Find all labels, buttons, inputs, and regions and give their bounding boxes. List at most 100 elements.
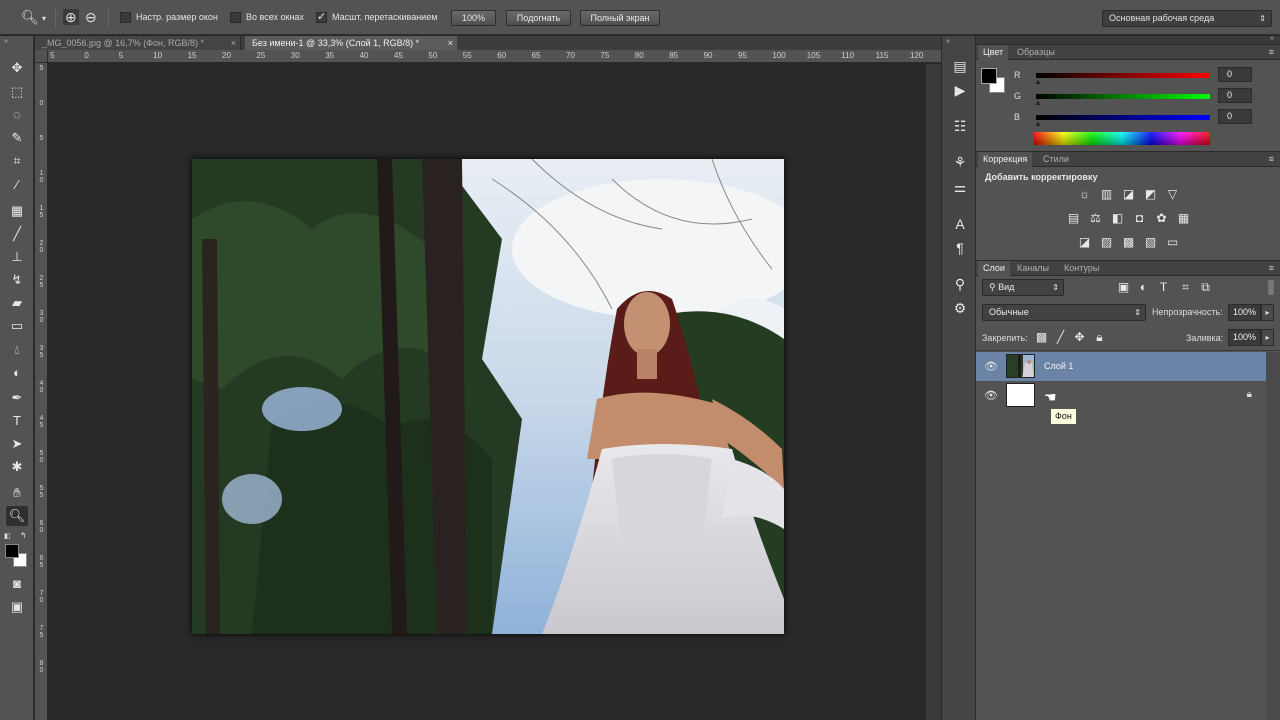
zoom-tool-icon[interactable]: 🔍︎ [6, 506, 28, 526]
panel-menu-icon[interactable]: ≡ [1269, 47, 1274, 57]
scrubby-zoom-checkbox[interactable] [316, 10, 327, 23]
green-value-field[interactable]: 0 [1218, 88, 1252, 103]
foreground-color-swatch[interactable] [981, 68, 997, 84]
gradient-map-icon[interactable]: ▭ [1164, 234, 1181, 251]
lock-transparency-icon[interactable]: ▩ [1033, 329, 1050, 346]
all-windows-checkbox[interactable] [230, 12, 241, 23]
default-colors-icon[interactable]: ◧ [4, 532, 11, 540]
healing-brush-tool-icon[interactable]: ▦ [6, 201, 28, 221]
eraser-tool-icon[interactable]: ▰ [6, 293, 28, 313]
eye-visibility-icon[interactable]: 👁︎ [984, 389, 998, 402]
tab-channels[interactable]: Каналы [1012, 261, 1054, 276]
color-lookup-icon[interactable]: ▦ [1175, 210, 1192, 227]
filter-adjustment-icon[interactable]: ◐ [1135, 279, 1152, 296]
opacity-field[interactable]: 100% [1228, 304, 1261, 321]
blend-mode-select[interactable]: Обычные ⇕ [982, 304, 1146, 321]
fill-dropdown[interactable]: ▸ [1261, 329, 1274, 346]
pen-tool-icon[interactable]: ✒︎ [6, 388, 28, 408]
move-tool-icon[interactable]: ✥ [6, 58, 28, 78]
document-image[interactable] [192, 159, 784, 634]
actions-panel-icon[interactable]: ▶ [950, 80, 970, 100]
tab-color[interactable]: Цвет [978, 45, 1009, 60]
brightness-icon[interactable]: ☼ [1076, 186, 1093, 203]
tab-paths[interactable]: Контуры [1059, 261, 1104, 276]
zoom-tool-icon[interactable]: 🔍︎ [21, 10, 39, 24]
collapse-arrows-icon[interactable]: « [946, 38, 950, 45]
quick-mask-icon[interactable]: ◙ [6, 574, 28, 594]
zoom-in-icon[interactable]: ⊕ [63, 9, 79, 25]
actual-pixels-button[interactable]: 100% [451, 10, 496, 26]
filter-type-icon[interactable]: T [1155, 279, 1172, 296]
curves-icon[interactable]: ◪ [1120, 186, 1137, 203]
paragraph-panel-icon[interactable]: ¶ [950, 238, 970, 258]
blue-track[interactable] [1036, 115, 1210, 120]
hue-saturation-icon[interactable]: ▤ [1065, 210, 1082, 227]
slider-thumb-icon[interactable]: ▲ [1034, 119, 1042, 128]
fill-field[interactable]: 100% [1228, 329, 1261, 346]
opacity-dropdown[interactable]: ▸ [1261, 304, 1274, 321]
fill-screen-button[interactable]: Полный экран [580, 10, 660, 26]
document-tab[interactable]: Без имени-1 @ 33,3% (Слой 1, RGB/8) * × [245, 36, 457, 50]
layer-filter-select[interactable]: ⚲ Вид ⇕ [982, 279, 1064, 296]
lasso-tool-icon[interactable]: ◌ [6, 105, 28, 125]
eyedropper-tool-icon[interactable]: ⁄ [6, 175, 28, 195]
brush-presets-icon[interactable]: ⚘ [950, 152, 970, 172]
type-tool-icon[interactable]: T [6, 411, 28, 431]
ruler-origin[interactable] [35, 50, 48, 63]
filter-toggle[interactable] [1268, 280, 1274, 295]
clone-stamp-tool-icon[interactable]: ⊥ [6, 247, 28, 267]
vibrance-icon[interactable]: ▽ [1164, 186, 1181, 203]
swap-colors-icon[interactable]: ↰ [20, 531, 27, 540]
channel-mixer-icon[interactable]: ✿ [1153, 210, 1170, 227]
foreground-color-swatch[interactable] [5, 544, 19, 558]
lock-image-icon[interactable]: ╱ [1052, 329, 1069, 346]
blur-tool-icon[interactable]: 💧︎ [6, 340, 28, 360]
threshold-icon[interactable]: ▩ [1120, 234, 1137, 251]
slider-thumb-icon[interactable]: ▲ [1034, 98, 1042, 107]
selective-color-icon[interactable]: ▧ [1142, 234, 1159, 251]
document-tab[interactable]: _MG_0056.jpg @ 16,7% (Фон, RGB/8) * × [35, 36, 241, 50]
marquee-tool-icon[interactable]: ⬚ [6, 82, 28, 102]
layer-row[interactable]: 👁︎ 🔒︎ [976, 381, 1266, 410]
workspace-select[interactable]: Основная рабочая среда ⇕ [1102, 10, 1272, 27]
tab-layers[interactable]: Слои [978, 261, 1010, 276]
collapse-arrows-icon[interactable]: » [4, 38, 8, 45]
close-icon[interactable]: × [231, 36, 236, 50]
brush-panel-icon[interactable]: ⚌ [950, 177, 970, 197]
posterize-icon[interactable]: ▨ [1098, 234, 1115, 251]
crop-tool-icon[interactable]: ⌗ [6, 151, 28, 171]
red-value-field[interactable]: 0 [1218, 67, 1252, 82]
custom-shape-tool-icon[interactable]: ✱ [6, 457, 28, 477]
gradient-tool-icon[interactable]: ▭ [6, 316, 28, 336]
layer-row[interactable]: 👁︎ Слой 1 [976, 352, 1266, 381]
brush-tool-icon[interactable]: ╱ [6, 224, 28, 244]
filter-shape-icon[interactable]: ⌗ [1177, 279, 1194, 296]
red-track[interactable] [1036, 73, 1210, 78]
layers-scrollbar[interactable] [1266, 352, 1280, 720]
filter-pixel-icon[interactable]: ▣ [1115, 279, 1132, 296]
lock-position-icon[interactable]: ✥ [1071, 329, 1088, 346]
hand-tool-icon[interactable]: ✋︎ [6, 483, 28, 503]
close-icon[interactable]: × [448, 36, 453, 50]
character-panel-icon[interactable]: A [950, 214, 970, 234]
photo-filter-icon[interactable]: ◘ [1131, 210, 1148, 227]
collapse-arrows-icon[interactable]: » [1270, 35, 1274, 42]
color-spectrum-bar[interactable] [1034, 132, 1210, 145]
path-selection-tool-icon[interactable]: ➤ [6, 434, 28, 454]
color-balance-icon[interactable]: ⚖︎ [1087, 210, 1104, 227]
tab-styles[interactable]: Стили [1038, 152, 1074, 167]
tool-presets-icon[interactable]: ⚙︎ [950, 298, 970, 318]
invert-icon[interactable]: ◪ [1076, 234, 1093, 251]
exposure-icon[interactable]: ◩ [1142, 186, 1159, 203]
eye-visibility-icon[interactable]: 👁︎ [984, 360, 998, 373]
lock-all-icon[interactable]: 🔒︎ [1091, 329, 1108, 346]
slider-thumb-icon[interactable]: ▲ [1034, 77, 1042, 86]
clone-source-icon[interactable]: ⚲ [950, 274, 970, 294]
history-brush-tool-icon[interactable]: ↯ [6, 270, 28, 290]
panel-menu-icon[interactable]: ≡ [1269, 154, 1274, 164]
screen-mode-icon[interactable]: ▣ [6, 597, 28, 617]
filter-smart-object-icon[interactable]: ⧉ [1197, 279, 1214, 296]
history-panel-icon[interactable]: ▤ [950, 56, 970, 76]
tab-adjustments[interactable]: Коррекция [978, 152, 1033, 167]
blue-value-field[interactable]: 0 [1218, 109, 1252, 124]
